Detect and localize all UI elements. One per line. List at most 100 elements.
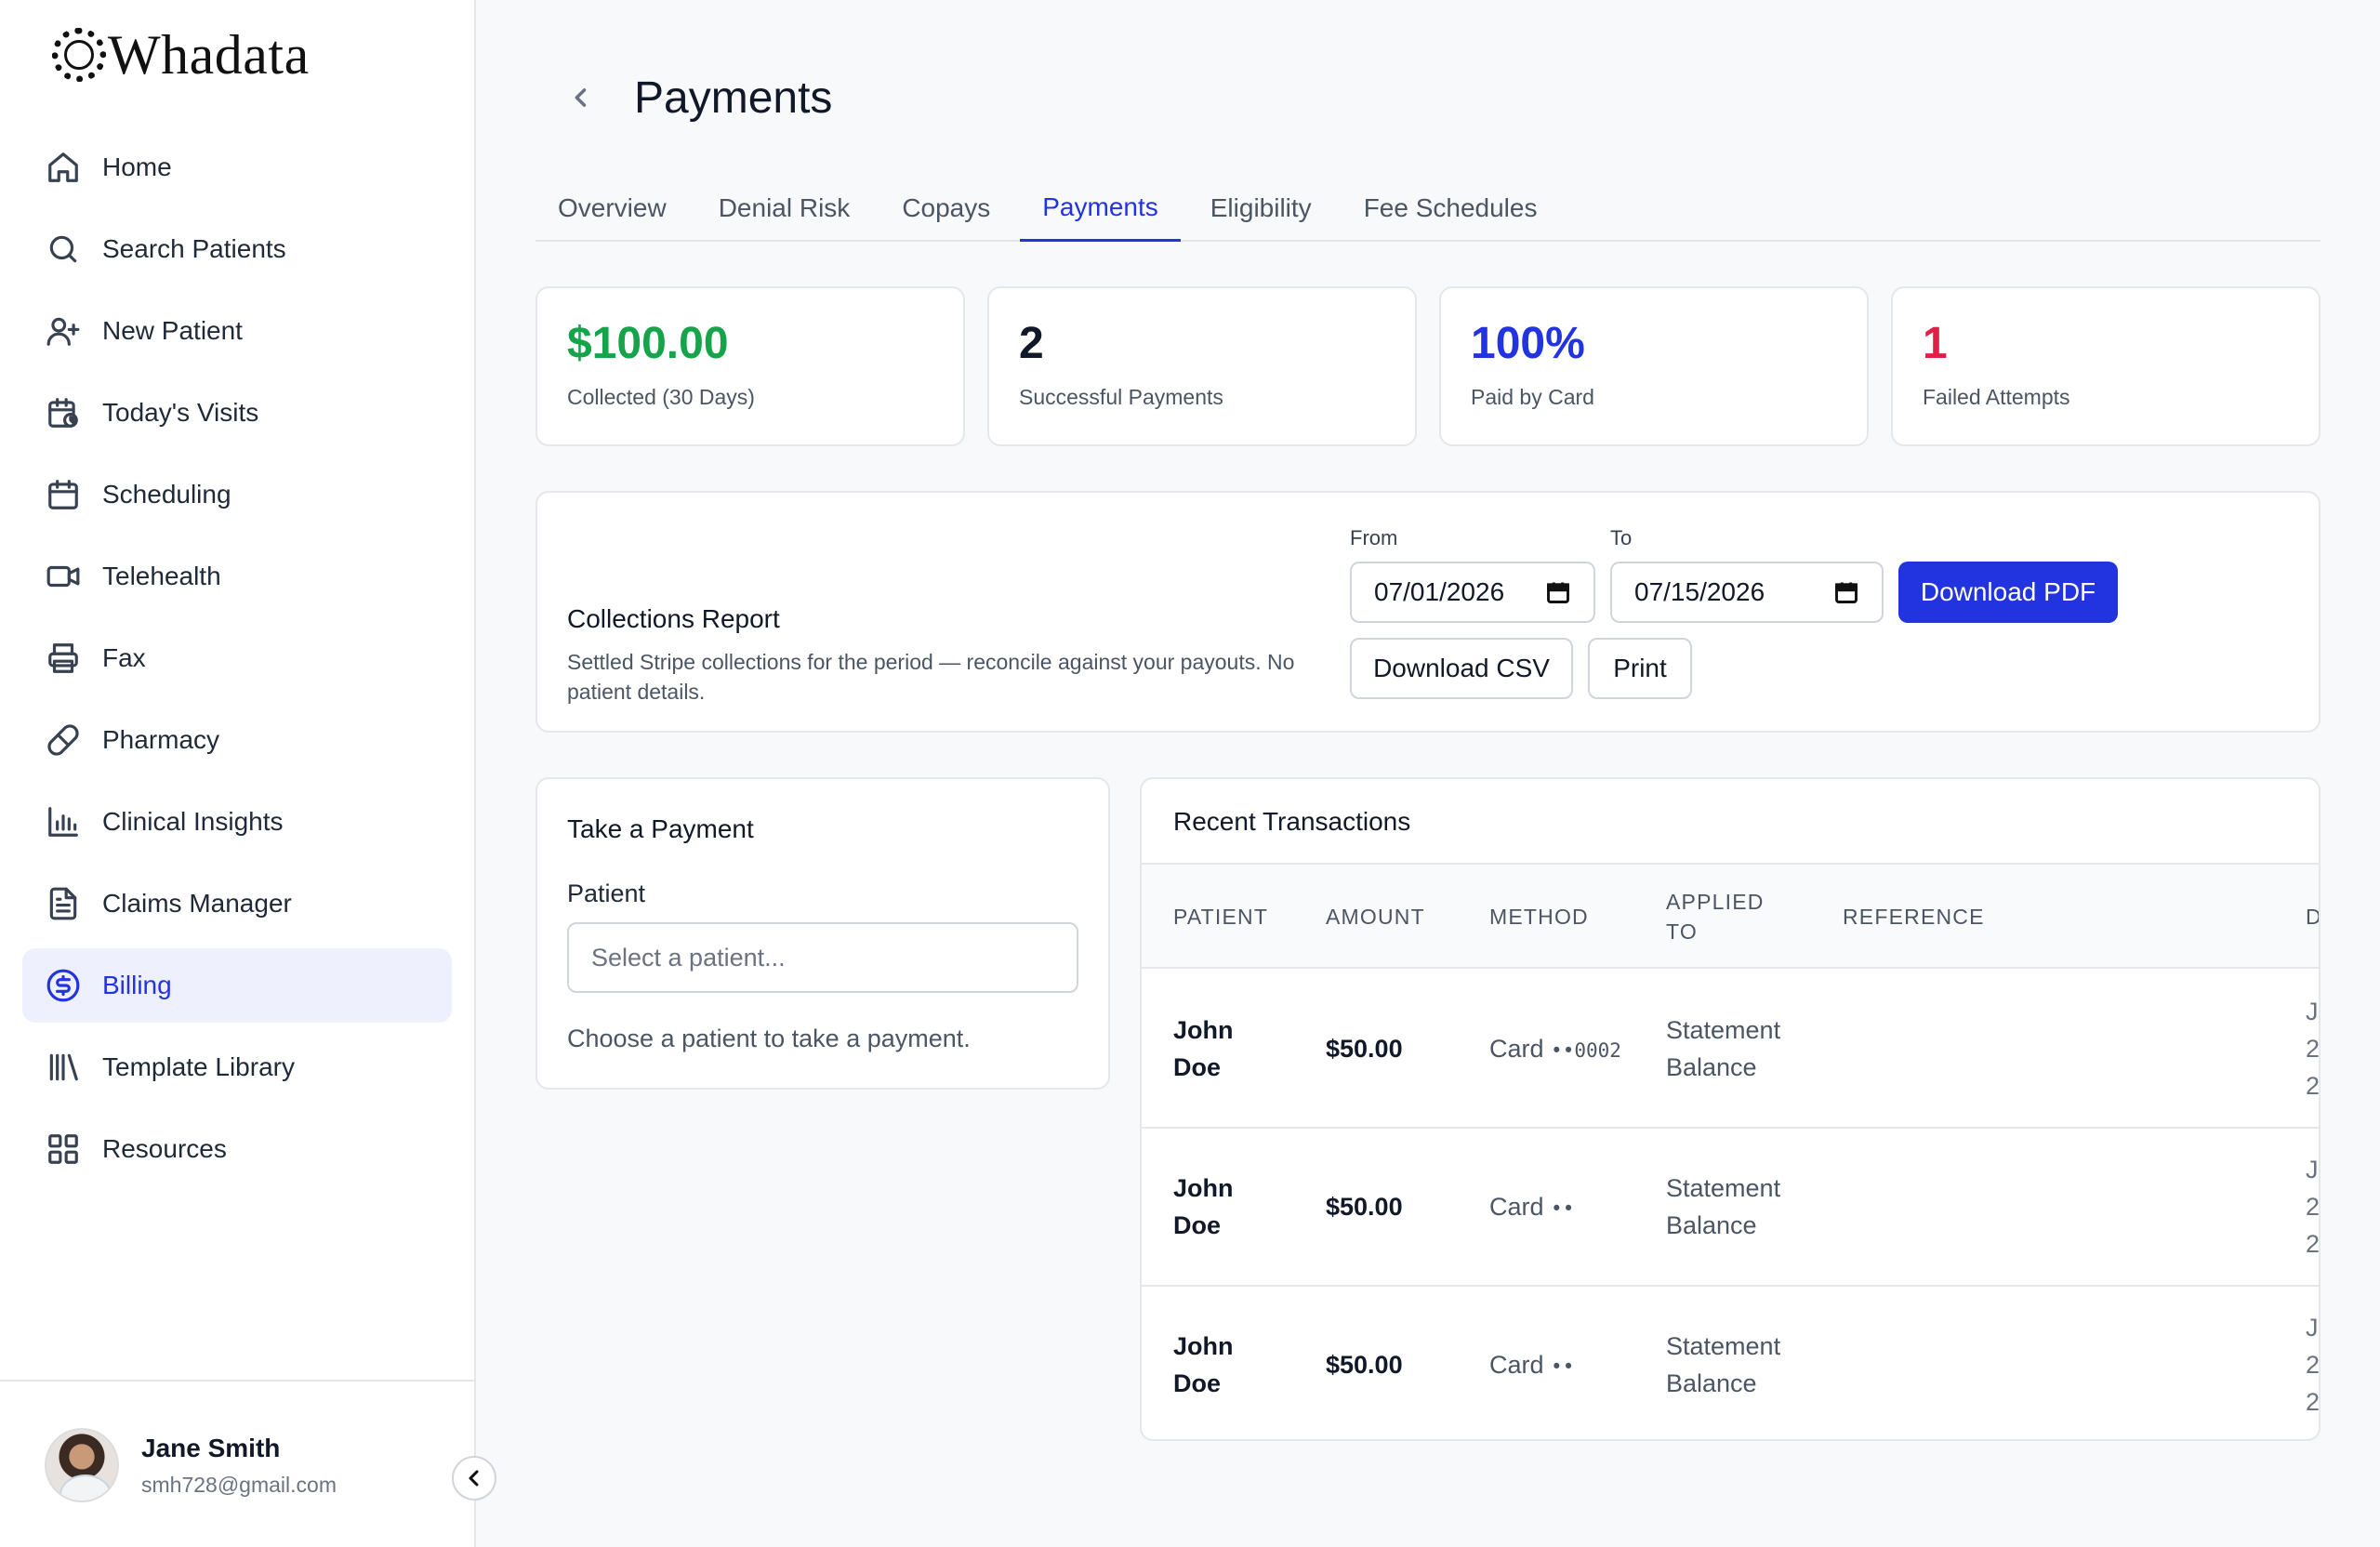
user-name: Jane Smith: [141, 1434, 281, 1462]
sidebar: Whadata Home Search Patients New Patient…: [0, 0, 476, 1547]
recent-transactions-card: Recent Transactions PATIENT AMOUNT METHO…: [1140, 777, 2320, 1441]
sidebar-item-resources[interactable]: Resources: [22, 1112, 452, 1186]
sidebar-item-label: Clinical Insights: [102, 807, 284, 836]
sidebar-item-todays-visits[interactable]: Today's Visits: [22, 376, 452, 450]
patient-last-name: Doe: [1173, 1211, 1222, 1239]
table-row[interactable]: John Doe $50.00 Card ••0002 Statement Ba…: [1142, 971, 2320, 1129]
user-profile[interactable]: Jane Smith smh728@gmail.com: [0, 1380, 474, 1547]
tab-overview[interactable]: Overview: [536, 175, 689, 242]
chevron-left-icon: [575, 88, 587, 107]
take-payment-hint: Choose a patient to take a payment.: [567, 1025, 971, 1052]
sidebar-item-label: New Patient: [102, 316, 243, 345]
method-label: Card: [1489, 1193, 1544, 1221]
to-date-input[interactable]: 07/15/2026: [1610, 562, 1884, 623]
sidebar-item-claims-manager[interactable]: Claims Manager: [22, 866, 452, 941]
sidebar-item-label: Home: [102, 152, 172, 181]
calendar-icon[interactable]: [1545, 579, 1571, 605]
stat-card-paid-by-card: 100% Paid by Card: [1439, 286, 1869, 446]
take-payment-title: Take a Payment: [567, 814, 754, 843]
amount-cell: $50.00: [1326, 1035, 1403, 1063]
user-email: smh728@gmail.com: [141, 1473, 337, 1497]
tab-eligibility[interactable]: Eligibility: [1188, 175, 1334, 242]
sidebar-item-home[interactable]: Home: [22, 130, 452, 205]
stat-value: 1: [1923, 319, 1948, 368]
patient-last-name: Doe: [1173, 1053, 1222, 1081]
sidebar-item-telehealth[interactable]: Telehealth: [22, 539, 452, 614]
sidebar-item-label: Resources: [102, 1134, 227, 1163]
tab-fee-schedules[interactable]: Fee Schedules: [1342, 175, 1560, 242]
date-cell-line2: 2: [2306, 1351, 2320, 1379]
stat-label: Successful Payments: [1019, 385, 1223, 409]
patient-first-name: John: [1173, 1332, 1234, 1360]
calendar-icon[interactable]: [1833, 579, 1859, 605]
user-plus-icon: [45, 312, 82, 350]
tab-bar: Overview Denial Risk Copays Payments Eli…: [536, 175, 2320, 242]
sidebar-collapse-button[interactable]: [452, 1456, 496, 1501]
to-label: To: [1610, 526, 1633, 549]
column-header-method: METHOD: [1489, 905, 1589, 929]
amount-cell: $50.00: [1326, 1193, 1403, 1221]
sidebar-item-template-library[interactable]: Template Library: [22, 1030, 452, 1104]
search-icon: [45, 231, 82, 268]
date-cell-line1: Ju: [2306, 1314, 2319, 1342]
take-payment-card: Take a Payment Patient Select a patient.…: [536, 777, 1110, 1090]
stat-card-failed-attempts: 1 Failed Attempts: [1891, 286, 2320, 446]
collections-report-card: Collections Report Settled Stripe collec…: [536, 491, 2320, 733]
stat-card-collected: $100.00 Collected (30 Days): [536, 286, 965, 446]
tab-payments[interactable]: Payments: [1020, 175, 1181, 242]
sidebar-item-new-patient[interactable]: New Patient: [22, 294, 452, 368]
patient-label: Patient: [567, 879, 646, 907]
patient-first-name: John: [1173, 1174, 1234, 1202]
bar-chart-icon: [45, 803, 82, 840]
card-suffix: ••: [1551, 1355, 1575, 1378]
method-label: Card: [1489, 1035, 1544, 1063]
sidebar-item-search-patients[interactable]: Search Patients: [22, 212, 452, 286]
download-pdf-button[interactable]: Download PDF: [1898, 562, 2118, 623]
print-button[interactable]: Print: [1588, 638, 1692, 699]
page-header: Payments: [536, 56, 832, 139]
sidebar-item-label: Search Patients: [102, 234, 286, 263]
download-csv-button[interactable]: Download CSV: [1350, 638, 1573, 699]
from-date-input[interactable]: 07/01/2026: [1350, 562, 1595, 623]
library-icon: [45, 1049, 82, 1086]
date-cell-line2: 2: [2306, 1193, 2320, 1221]
chevron-left-icon: [469, 1470, 479, 1487]
method-cell: Card ••: [1489, 1188, 1574, 1227]
sidebar-item-label: Pharmacy: [102, 725, 220, 754]
document-icon: [45, 885, 82, 922]
column-header-reference: REFERENCE: [1843, 905, 1985, 929]
method-cell: Card ••: [1489, 1346, 1574, 1385]
back-button[interactable]: [549, 65, 614, 130]
sidebar-item-fax[interactable]: Fax: [22, 621, 452, 695]
sidebar-item-scheduling[interactable]: Scheduling: [22, 457, 452, 532]
tab-denial-risk[interactable]: Denial Risk: [696, 175, 873, 242]
sidebar-item-label: Claims Manager: [102, 889, 292, 918]
card-suffix: ••: [1551, 1197, 1575, 1220]
printer-icon: [45, 640, 82, 677]
calendar-icon: [45, 476, 82, 513]
patient-last-name: Doe: [1173, 1369, 1222, 1397]
sidebar-item-pharmacy[interactable]: Pharmacy: [22, 703, 452, 777]
sidebar-item-label: Billing: [102, 971, 172, 999]
applied-to-line1: Statement: [1666, 1174, 1781, 1202]
app-logo[interactable]: Whadata: [52, 22, 310, 87]
method-label: Card: [1489, 1351, 1544, 1379]
grid-icon: [45, 1130, 82, 1168]
home-icon: [45, 149, 82, 186]
logo-mark-icon: [52, 28, 106, 82]
table-row[interactable]: John Doe $50.00 Card •• Statement Balanc…: [1142, 1287, 2320, 1439]
sidebar-item-billing[interactable]: Billing: [22, 948, 452, 1023]
column-header-date: D: [2306, 902, 2319, 932]
pill-icon: [45, 721, 82, 759]
tab-copays[interactable]: Copays: [879, 175, 1012, 242]
patient-select[interactable]: Select a patient...: [567, 922, 1078, 993]
date-cell-line1: Ju: [2306, 1156, 2319, 1183]
date-cell-line3: 2: [2306, 1072, 2320, 1100]
date-cell-line3: 2: [2306, 1388, 2320, 1416]
sidebar-item-clinical-insights[interactable]: Clinical Insights: [22, 785, 452, 859]
column-header-patient: PATIENT: [1173, 905, 1269, 929]
stat-value: 100%: [1471, 319, 1585, 368]
applied-to-line2: Balance: [1666, 1211, 1757, 1239]
logo-text: Whadata: [108, 23, 310, 86]
table-row[interactable]: John Doe $50.00 Card •• Statement Balanc…: [1142, 1129, 2320, 1287]
